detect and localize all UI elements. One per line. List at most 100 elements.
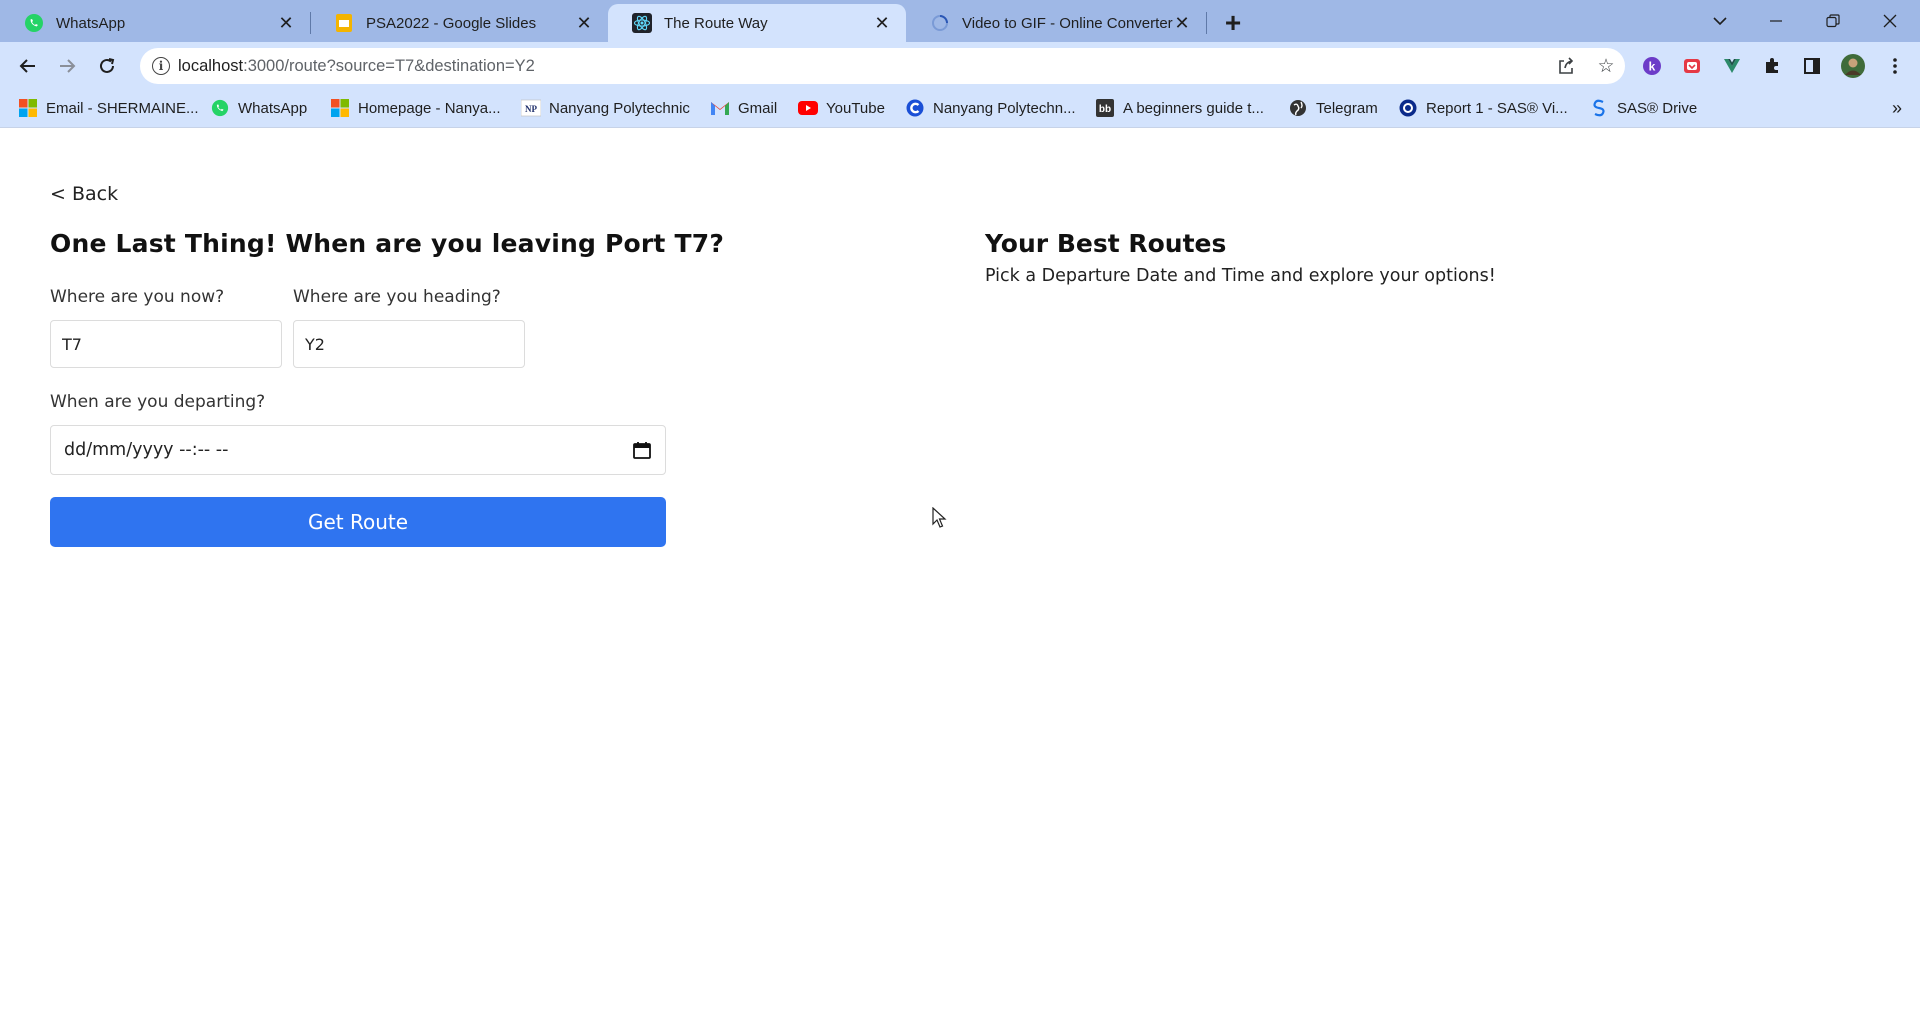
- pocket-extension-icon[interactable]: [1681, 55, 1703, 77]
- restore-button[interactable]: [1813, 6, 1853, 36]
- profile-avatar[interactable]: [1840, 53, 1866, 79]
- datetime-placeholder: dd/mm/yyyy --:-- --: [64, 440, 229, 460]
- arrow-left-icon: [19, 59, 35, 73]
- share-icon[interactable]: [1555, 55, 1577, 77]
- departure-datetime-input[interactable]: dd/mm/yyyy --:-- --: [50, 425, 666, 475]
- tab-label: The Route Way: [664, 14, 768, 32]
- back-link[interactable]: < Back: [50, 183, 118, 205]
- bookmark-gmail[interactable]: Gmail: [710, 96, 777, 120]
- bookmark-beginners-guide[interactable]: bb A beginners guide t...: [1095, 96, 1264, 120]
- bookmark-nanyang-polytechnic[interactable]: NP Nanyang Polytechnic: [521, 96, 690, 120]
- svg-text:k: k: [1649, 60, 1656, 74]
- departing-label: When are you departing?: [50, 392, 266, 412]
- bookmark-star-icon[interactable]: ☆: [1595, 55, 1617, 77]
- tab-whatsapp[interactable]: WhatsApp ✕: [0, 4, 310, 42]
- gmail-icon: [710, 98, 730, 118]
- whatsapp-icon: [210, 98, 230, 118]
- results-subtitle: Pick a Departure Date and Time and explo…: [985, 266, 1496, 286]
- svg-text:bb: bb: [1099, 104, 1111, 115]
- close-tab-icon[interactable]: ✕: [276, 13, 296, 33]
- bookmark-label: Homepage - Nanya...: [358, 99, 501, 117]
- results-title: Your Best Routes: [985, 229, 1227, 258]
- bookmark-email-shermaine[interactable]: Email - SHERMAINE...: [18, 96, 199, 120]
- tab-the-route-way[interactable]: The Route Way ✕: [608, 4, 906, 42]
- tab-video-to-gif[interactable]: Video to GIF - Online Converter ✕: [906, 4, 1206, 42]
- k-extension-icon[interactable]: k: [1641, 55, 1663, 77]
- calendar-icon[interactable]: [633, 441, 651, 459]
- source-input[interactable]: [50, 320, 282, 368]
- tab-label: WhatsApp: [56, 14, 126, 32]
- bookmark-label: YouTube: [826, 99, 885, 117]
- whatsapp-icon: [24, 13, 44, 33]
- vue-devtools-icon[interactable]: [1721, 55, 1743, 77]
- bookmark-telegram[interactable]: Telegram: [1288, 96, 1378, 120]
- arrow-right-icon: [60, 59, 76, 73]
- new-tab-button[interactable]: +: [1218, 7, 1248, 38]
- restore-icon: [1826, 14, 1840, 28]
- browser-menu-icon[interactable]: [1884, 55, 1906, 77]
- minimize-button[interactable]: [1756, 6, 1796, 36]
- close-tab-icon[interactable]: ✕: [1172, 13, 1192, 33]
- close-window-button[interactable]: [1870, 6, 1910, 36]
- reload-button[interactable]: [93, 52, 121, 80]
- microsoft-icon: [18, 98, 38, 118]
- tab-label: Video to GIF - Online Converter: [962, 14, 1173, 32]
- bookmark-whatsapp[interactable]: WhatsApp: [210, 96, 307, 120]
- bookmark-homepage-nanyang[interactable]: Homepage - Nanya...: [330, 96, 501, 120]
- chevron-down-icon: [1713, 17, 1727, 26]
- destination-input[interactable]: [293, 320, 525, 368]
- bookmark-label: WhatsApp: [238, 99, 308, 117]
- youtube-icon: [798, 98, 818, 118]
- side-panel-icon[interactable]: [1801, 55, 1823, 77]
- bookmark-nanyang-polytechn[interactable]: Nanyang Polytechn...: [905, 96, 1076, 120]
- browser-tab-strip: WhatsApp ✕ PSA2022 - Google Slides ✕ The…: [0, 0, 1920, 42]
- bookmark-label: Nanyang Polytechn...: [933, 99, 1076, 117]
- get-route-button[interactable]: Get Route: [50, 497, 666, 547]
- route-page: < Back One Last Thing! When are you leav…: [0, 129, 1920, 1020]
- bookmark-youtube[interactable]: YouTube: [798, 96, 885, 120]
- sas-viya-icon: [1398, 98, 1418, 118]
- bookmark-label: Telegram: [1316, 99, 1378, 117]
- bookmark-report-sas[interactable]: Report 1 - SAS® Vi...: [1398, 96, 1568, 120]
- bookmark-label: A beginners guide t...: [1123, 99, 1264, 117]
- bookmark-label: Gmail: [738, 99, 778, 117]
- bb-icon: bb: [1095, 98, 1115, 118]
- url-host: localhost: [178, 57, 244, 75]
- nyp-icon: NP: [521, 98, 541, 118]
- c-logo-icon: [905, 98, 925, 118]
- bookmark-label: Nanyang Polytechnic: [549, 99, 690, 117]
- close-tab-icon[interactable]: ✕: [872, 13, 892, 33]
- forward-button[interactable]: [53, 52, 81, 80]
- extensions-puzzle-icon[interactable]: [1761, 55, 1783, 77]
- globe-icon: [1288, 98, 1308, 118]
- bookmark-label: Report 1 - SAS® Vi...: [1426, 99, 1568, 117]
- reload-icon: [100, 58, 115, 73]
- loading-icon: [930, 13, 950, 33]
- mouse-cursor-icon: [932, 507, 947, 528]
- back-button[interactable]: [14, 52, 42, 80]
- bookmarks-bar: Email - SHERMAINE... WhatsApp Homepage -…: [0, 90, 1920, 128]
- url-text[interactable]: localhost:3000/route?source=T7&destinati…: [178, 57, 535, 76]
- svg-text:NP: NP: [525, 104, 537, 114]
- tab-label: PSA2022 - Google Slides: [366, 14, 537, 32]
- bookmark-sas-drive[interactable]: SAS® Drive: [1589, 96, 1697, 120]
- address-bar[interactable]: i localhost:3000/route?source=T7&destina…: [140, 48, 1625, 84]
- bookmark-label: SAS® Drive: [1617, 99, 1698, 117]
- page-title: One Last Thing! When are you leaving Por…: [50, 229, 725, 258]
- tab-separator: [1206, 12, 1207, 34]
- tab-google-slides[interactable]: PSA2022 - Google Slides ✕: [310, 4, 608, 42]
- google-slides-icon: [334, 13, 354, 33]
- browser-toolbar: i localhost:3000/route?source=T7&destina…: [0, 42, 1920, 90]
- close-tab-icon[interactable]: ✕: [574, 13, 594, 33]
- microsoft-icon: [330, 98, 350, 118]
- url-path: :3000/route?source=T7&destination=Y2: [243, 57, 535, 75]
- source-label: Where are you now?: [50, 287, 225, 307]
- destination-label: Where are you heading?: [293, 287, 501, 307]
- tab-search-button[interactable]: [1700, 6, 1740, 36]
- react-icon: [632, 13, 652, 33]
- bookmark-label: Email - SHERMAINE...: [46, 99, 199, 117]
- sas-icon: [1589, 98, 1609, 118]
- more-bookmarks-icon[interactable]: »: [1892, 98, 1902, 119]
- minimize-icon: [1770, 20, 1782, 22]
- site-info-icon[interactable]: i: [152, 57, 170, 75]
